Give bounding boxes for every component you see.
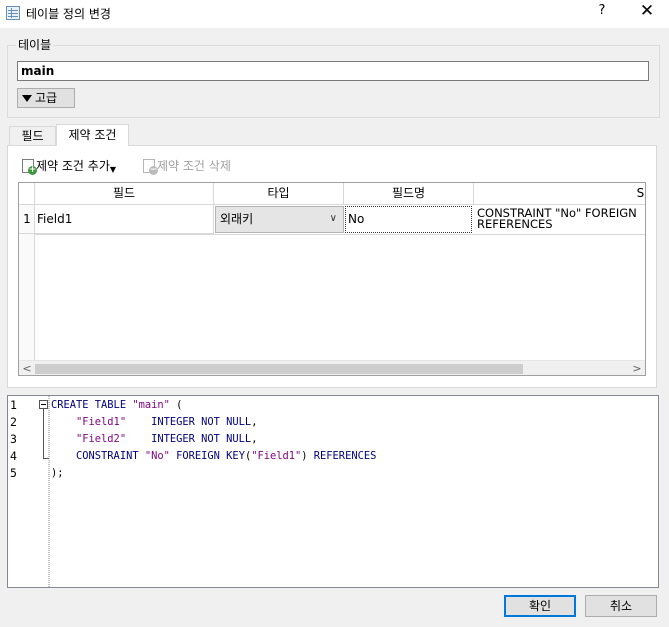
constraints-grid[interactable]: 필드 타입 필드명 SQL 1 Field1 외래키 ∨ No CONSTRAI… bbox=[18, 182, 646, 376]
delete-document-icon: − bbox=[143, 159, 158, 175]
field-cell[interactable]: Field1 bbox=[35, 205, 214, 234]
scrollbar-thumb[interactable] bbox=[35, 364, 523, 374]
code-line-4: CONSTRAINT "No" FOREIGN KEY("Field1") RE… bbox=[51, 450, 377, 462]
horizontal-scrollbar[interactable]: < > bbox=[19, 360, 645, 375]
column-header-name[interactable]: 필드명 bbox=[344, 183, 474, 205]
title-bar: 테이블 정의 변경 ? ✕ bbox=[0, 0, 669, 28]
row-divider bbox=[35, 234, 645, 235]
cancel-button[interactable]: 취소 bbox=[585, 595, 657, 617]
row-header-corner bbox=[19, 183, 35, 205]
add-constraint-label: 제약 조건 추가 bbox=[36, 159, 110, 173]
delete-constraint-label: 제약 조건 삭제 bbox=[157, 159, 231, 173]
margin-separator bbox=[48, 396, 50, 587]
advanced-button[interactable]: 고급 bbox=[17, 88, 75, 108]
table-group-label: 테이블 bbox=[16, 36, 54, 53]
table-group-box bbox=[7, 45, 660, 118]
scroll-left-icon[interactable]: < bbox=[19, 361, 35, 375]
type-dropdown[interactable]: 외래키 ∨ bbox=[215, 206, 344, 233]
constraint-name-input[interactable]: No bbox=[345, 206, 472, 233]
tab-fields[interactable]: 필드 bbox=[9, 126, 56, 146]
sql-cell-line2: REFERENCES bbox=[477, 217, 553, 231]
window-title: 테이블 정의 변경 bbox=[26, 7, 111, 21]
table-icon bbox=[6, 6, 20, 20]
sql-code: CREATE TABLE "main" ( "Field1" INTEGER N… bbox=[51, 397, 376, 482]
triangle-down-icon bbox=[22, 95, 32, 102]
advanced-label: 고급 bbox=[35, 91, 58, 105]
column-header-type[interactable]: 타입 bbox=[214, 183, 344, 205]
row-number: 1 bbox=[19, 205, 35, 234]
scroll-right-icon[interactable]: > bbox=[629, 361, 645, 375]
table-name-input[interactable]: main bbox=[17, 61, 649, 81]
code-line-1: CREATE TABLE "main" ( bbox=[51, 399, 183, 411]
ok-button[interactable]: 확인 bbox=[504, 595, 576, 617]
line-numbers: 1 2 3 4 5 bbox=[8, 396, 48, 587]
code-line-3: "Field2" INTEGER NOT NULL, bbox=[51, 433, 258, 445]
code-line-2: "Field1" INTEGER NOT NULL, bbox=[51, 416, 258, 428]
column-header-field[interactable]: 필드 bbox=[35, 183, 214, 205]
code-line-5: ); bbox=[51, 467, 64, 479]
close-button[interactable]: ✕ bbox=[632, 1, 662, 21]
fold-line bbox=[43, 409, 44, 459]
dropdown-caret-icon: ▼ bbox=[109, 165, 117, 174]
column-header-sql[interactable]: SQL bbox=[474, 183, 645, 205]
sql-preview-editor[interactable]: 1 2 3 4 5 CREATE TABLE "main" ( "Field1"… bbox=[7, 395, 659, 588]
add-document-icon: + bbox=[22, 159, 37, 175]
tab-constraints[interactable]: 제약 조건 bbox=[56, 124, 129, 146]
delete-constraint-button[interactable]: − 제약 조건 삭제 bbox=[143, 157, 231, 177]
line-number: 5 bbox=[10, 466, 17, 480]
chevron-down-icon: ∨ bbox=[329, 213, 337, 224]
fold-collapse-icon[interactable] bbox=[39, 400, 48, 409]
sql-cell: CONSTRAINT "No" FOREIGN REFERENCES bbox=[477, 205, 645, 234]
fold-end bbox=[43, 458, 49, 459]
add-constraint-button[interactable]: + 제약 조건 추가▼ bbox=[22, 157, 116, 177]
type-value: 외래키 bbox=[220, 212, 254, 226]
help-button[interactable]: ? bbox=[594, 3, 610, 18]
